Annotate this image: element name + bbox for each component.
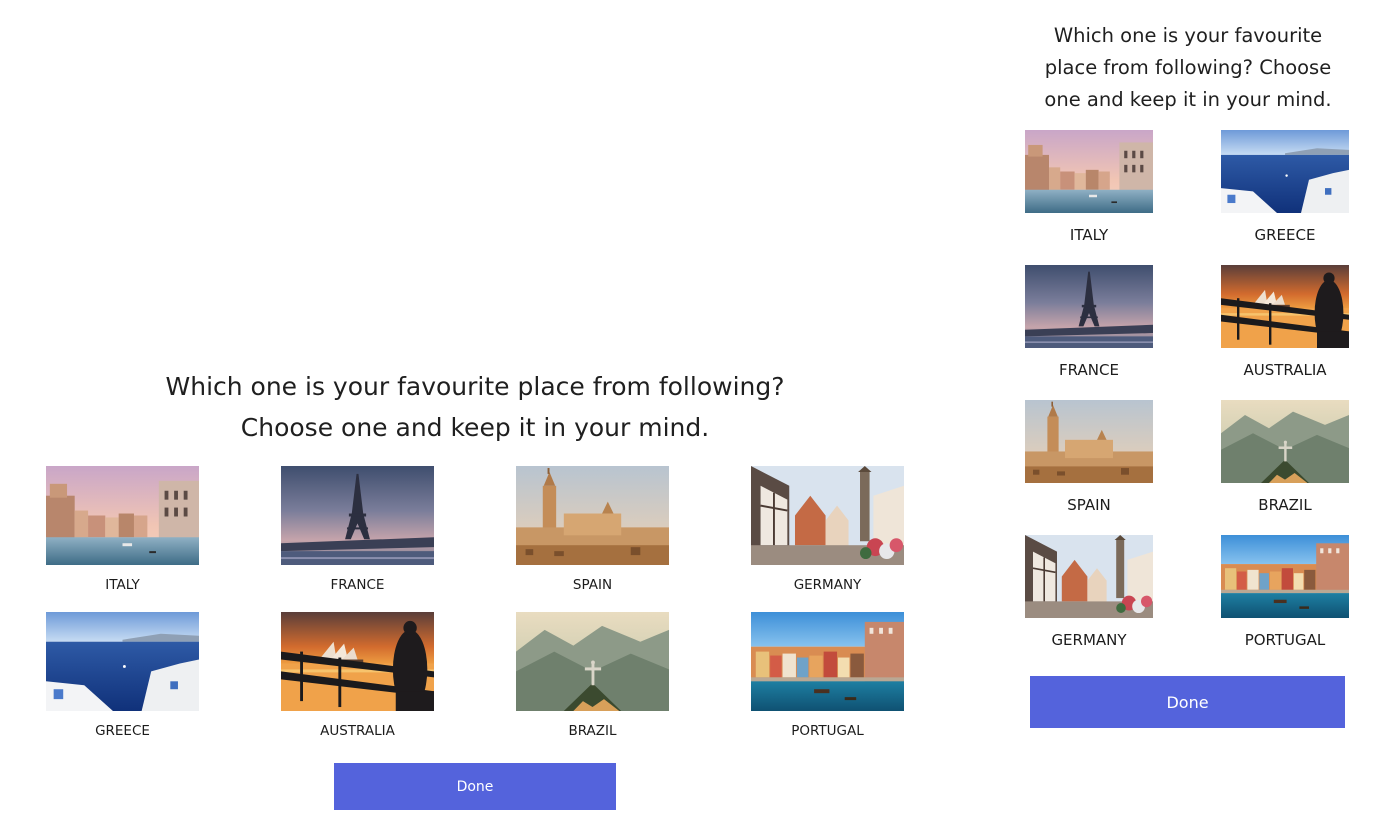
sydney-opera-house-sunset-photo[interactable] — [281, 612, 434, 711]
desktop-layout: Which one is your favourite place from f… — [0, 0, 950, 814]
place-label: GREECE — [1254, 226, 1316, 244]
place-label: PORTUGAL — [1244, 631, 1326, 649]
place-label: ITALY — [105, 577, 140, 593]
place-option-portugal[interactable]: PORTUGAL — [751, 612, 904, 742]
done-button[interactable]: Done — [334, 763, 616, 810]
question-line-1: Which one is your favourite — [1053, 24, 1323, 47]
question-heading: Which one is your favourite place from f… — [1010, 20, 1366, 116]
place-label: GERMANY — [793, 577, 862, 593]
eiffel-tower-photo[interactable] — [281, 466, 434, 565]
place-option-germany[interactable]: GERMANY — [751, 466, 904, 596]
place-option-brazil[interactable]: BRAZIL — [516, 612, 669, 742]
seville-cathedral-photo[interactable] — [1025, 400, 1153, 483]
place-option-spain[interactable]: SPAIN — [516, 466, 669, 596]
place-option-italy[interactable]: ITALY — [1025, 130, 1153, 250]
place-option-greece[interactable]: GREECE — [1221, 130, 1349, 250]
eiffel-tower-photo[interactable] — [1025, 265, 1153, 348]
place-option-brazil[interactable]: BRAZIL — [1221, 400, 1349, 520]
place-label: SPAIN — [1067, 496, 1111, 514]
place-label: BRAZIL — [1258, 496, 1312, 514]
christ-the-redeemer-photo[interactable] — [516, 612, 669, 711]
question-line-1: Which one is your favourite place from f… — [165, 372, 785, 401]
place-label: FRANCE — [330, 577, 385, 593]
mobile-layout: Which one is your favourite place from f… — [1010, 0, 1370, 814]
place-option-spain[interactable]: SPAIN — [1025, 400, 1153, 520]
place-option-italy[interactable]: ITALY — [46, 466, 199, 596]
santorini-sea-photo[interactable] — [1221, 130, 1349, 213]
porto-riverside-photo[interactable] — [1221, 535, 1349, 618]
question-line-2: place from following? Choose — [1044, 56, 1332, 79]
place-label: SPAIN — [572, 577, 613, 593]
place-label: BRAZIL — [568, 723, 617, 739]
place-option-portugal[interactable]: PORTUGAL — [1221, 535, 1349, 655]
place-option-greece[interactable]: GREECE — [46, 612, 199, 742]
venice-canal-photo[interactable] — [1025, 130, 1153, 213]
sydney-opera-house-sunset-photo[interactable] — [1221, 265, 1349, 348]
place-label: PORTUGAL — [791, 723, 864, 739]
place-label: AUSTRALIA — [320, 723, 395, 739]
place-option-germany[interactable]: GERMANY — [1025, 535, 1153, 655]
place-label: FRANCE — [1059, 361, 1119, 379]
place-option-australia[interactable]: AUSTRALIA — [1221, 265, 1349, 385]
place-label: ITALY — [1069, 226, 1109, 244]
question-line-3: one and keep it in your mind. — [1044, 88, 1332, 111]
german-old-town-photo[interactable] — [751, 466, 904, 565]
seville-cathedral-photo[interactable] — [516, 466, 669, 565]
done-button[interactable]: Done — [1030, 676, 1345, 728]
german-old-town-photo[interactable] — [1025, 535, 1153, 618]
place-option-australia[interactable]: AUSTRALIA — [281, 612, 434, 742]
place-label: GERMANY — [1051, 631, 1127, 649]
place-label: GREECE — [95, 723, 150, 739]
place-option-france[interactable]: FRANCE — [281, 466, 434, 596]
question-heading: Which one is your favourite place from f… — [90, 366, 860, 448]
question-line-2: Choose one and keep it in your mind. — [240, 413, 710, 442]
place-label: AUSTRALIA — [1243, 361, 1327, 379]
santorini-sea-photo[interactable] — [46, 612, 199, 711]
venice-canal-photo[interactable] — [46, 466, 199, 565]
christ-the-redeemer-photo[interactable] — [1221, 400, 1349, 483]
porto-riverside-photo[interactable] — [751, 612, 904, 711]
place-option-france[interactable]: FRANCE — [1025, 265, 1153, 385]
